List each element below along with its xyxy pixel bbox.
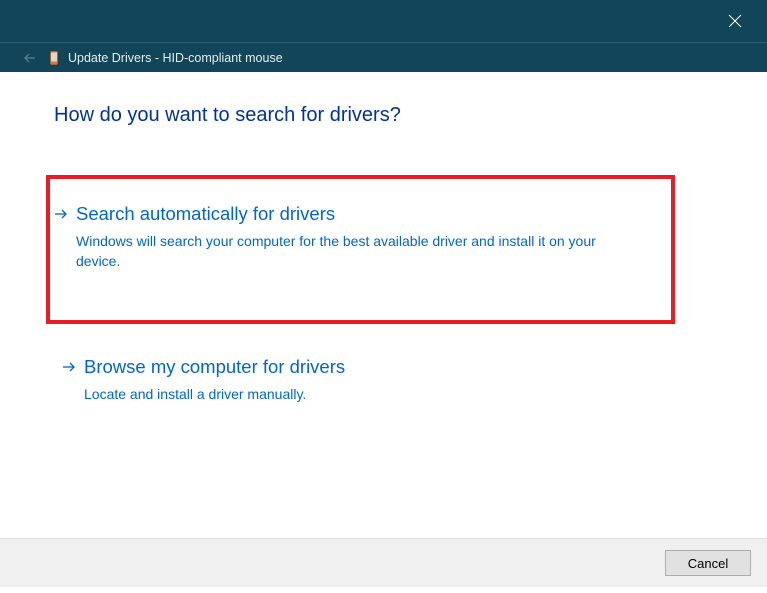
option-title: Search automatically for drivers (76, 203, 655, 225)
titlebar (0, 0, 767, 42)
option-browse-computer[interactable]: Browse my computer for drivers Locate an… (54, 342, 713, 426)
close-button[interactable] (715, 0, 755, 42)
option-title: Browse my computer for drivers (84, 356, 693, 378)
device-icon (48, 50, 60, 66)
close-icon (728, 14, 742, 28)
cancel-button[interactable]: Cancel (665, 550, 751, 576)
option-search-automatically[interactable]: Search automatically for drivers Windows… (46, 175, 675, 324)
window-title: Update Drivers - HID-compliant mouse (68, 51, 283, 65)
option-description: Windows will search your computer for th… (76, 231, 636, 272)
footer: Cancel (0, 538, 767, 587)
breadcrumb-bar: Update Drivers - HID-compliant mouse (0, 42, 767, 72)
option-description: Locate and install a driver manually. (84, 384, 644, 404)
page-heading: How do you want to search for drivers? (54, 104, 713, 127)
back-button[interactable] (20, 51, 40, 65)
arrow-icon (54, 207, 68, 226)
content-area: How do you want to search for drivers? S… (0, 72, 767, 538)
arrow-icon (62, 360, 76, 379)
back-arrow-icon (23, 51, 37, 65)
